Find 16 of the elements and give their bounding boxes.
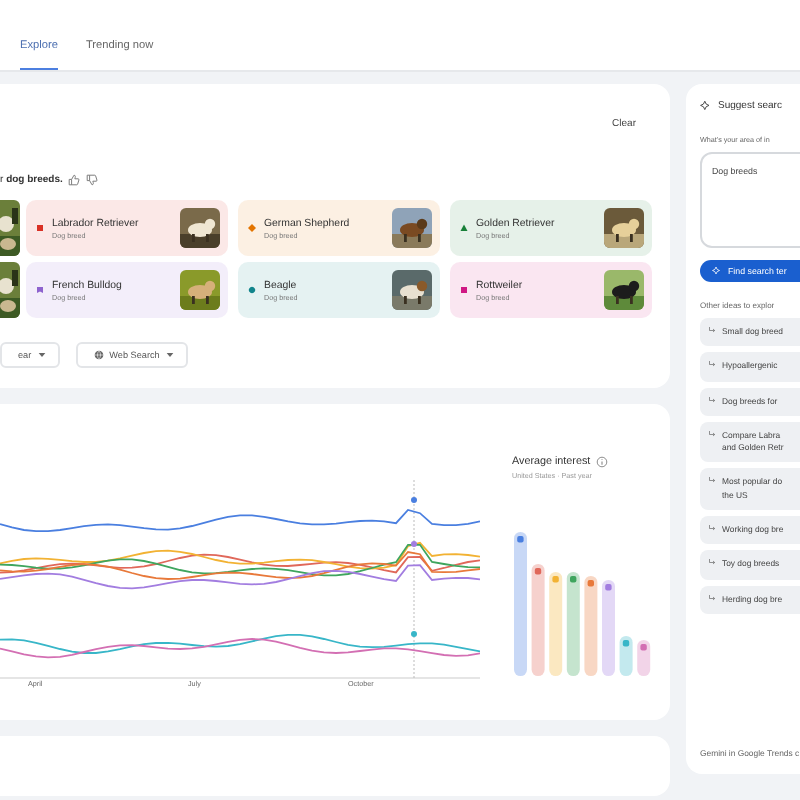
caret-icon — [37, 352, 46, 358]
sparkle-icon — [700, 100, 712, 112]
arrow-icon — [708, 593, 716, 602]
arrow-icon — [708, 360, 716, 369]
thumbs-down-icon[interactable] — [86, 174, 99, 186]
caret-icon — [165, 352, 174, 358]
info-icon[interactable] — [596, 456, 609, 468]
thumbs-up-icon[interactable] — [68, 174, 81, 186]
arrow-icon — [708, 558, 716, 567]
arrow-icon — [708, 326, 716, 334]
arrow-icon — [708, 476, 716, 485]
arrow-icon — [708, 524, 716, 533]
globe-icon — [93, 350, 104, 360]
arrow-icon — [708, 429, 716, 438]
sparkle-icon — [712, 266, 722, 276]
arrow-icon — [708, 395, 716, 404]
